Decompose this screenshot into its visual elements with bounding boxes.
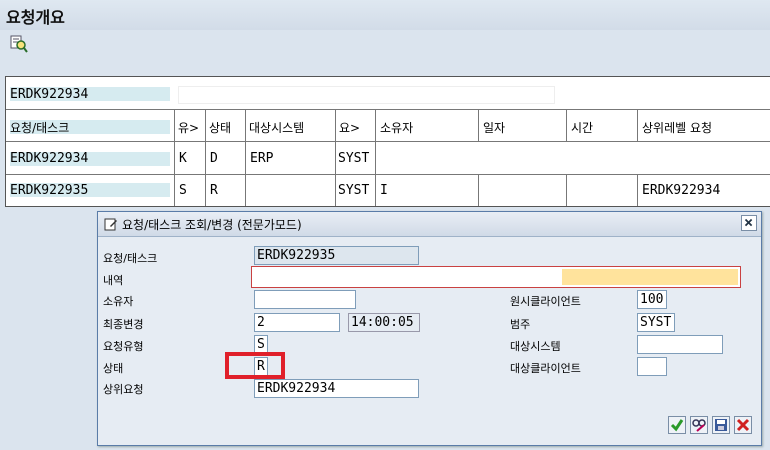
label-parent-request: 상위요청 — [103, 383, 144, 396]
confirm-button[interactable] — [668, 416, 686, 434]
table-row-2-parent[interactable]: ERDK922934 — [638, 175, 770, 206]
target-system-field[interactable] — [637, 335, 723, 354]
label-source-client: 원시클라이언트 — [510, 295, 581, 308]
last-change-date-field[interactable]: 2 — [254, 313, 340, 332]
last-change-time-field: 14:00:05 — [348, 313, 420, 332]
label-description: 내역 — [103, 274, 124, 287]
page-title: 요청개요 — [6, 8, 65, 27]
col-type[interactable]: 유> — [175, 110, 206, 142]
col-owner[interactable]: 소유자 — [376, 110, 479, 142]
dialog-title-bar: 요청/태스크 조회/변경 (전문가모드) — [98, 212, 761, 237]
table-row-2-request[interactable]: ERDK922935 — [6, 175, 175, 206]
edit-document-icon — [104, 218, 117, 231]
dialog-title: 요청/태스크 조회/변경 (전문가모드) — [122, 218, 302, 232]
label-request: 요청/태스크 — [103, 252, 158, 265]
cancel-button[interactable] — [734, 416, 752, 434]
label-last-change: 최종변경 — [103, 318, 144, 331]
table-row-2-time — [567, 175, 638, 206]
label-owner: 소유자 — [103, 295, 134, 308]
table-row-1-target: ERP — [246, 142, 336, 175]
toolbar — [0, 30, 770, 60]
overview-table: ERDK922934 요청/태스크 유> 상태 대상시스템 요> 소유자 일자 … — [5, 76, 770, 207]
parent-request-field[interactable]: ERDK922934 — [254, 379, 419, 398]
display-change-button[interactable] — [690, 416, 708, 434]
col-date[interactable]: 일자 — [479, 110, 567, 142]
label-status: 상태 — [103, 362, 124, 375]
label-request-type: 요청유형 — [103, 340, 144, 353]
label-target-client: 대상클라이언트 — [510, 362, 581, 375]
table-row-2-target — [246, 175, 336, 206]
table-row-2-date — [479, 175, 567, 206]
close-icon — [744, 218, 753, 227]
table-row-1-rest — [376, 142, 770, 175]
status-highlight-box — [225, 352, 285, 379]
glasses-pencil-icon — [692, 419, 706, 432]
save-icon — [715, 419, 727, 431]
cancel-icon — [736, 418, 750, 432]
col-category[interactable]: 요> — [336, 110, 376, 142]
table-row-1-request[interactable]: ERDK922934 — [6, 142, 175, 175]
col-status[interactable]: 상태 — [206, 110, 246, 142]
label-target-system: 대상시스템 — [510, 340, 561, 353]
target-client-field[interactable] — [637, 357, 667, 376]
table-row-1-type: K — [175, 142, 206, 175]
table-row-2-category: SYST — [336, 175, 376, 206]
find-icon[interactable] — [10, 35, 28, 53]
checkmark-icon — [670, 419, 684, 432]
table-row-1-status: D — [206, 142, 246, 175]
top-request[interactable]: ERDK922934 — [10, 87, 88, 102]
col-request[interactable]: 요청/태스크 — [6, 110, 175, 142]
owner-field[interactable] — [254, 290, 356, 309]
col-target-system[interactable]: 대상시스템 — [246, 110, 336, 142]
title-bar: 요청개요 — [0, 0, 770, 30]
request-field: ERDK922935 — [254, 246, 419, 265]
table-row-2-status: R — [206, 175, 246, 206]
source-client-field[interactable]: 100 — [637, 290, 667, 309]
col-time[interactable]: 시간 — [567, 110, 638, 142]
save-button[interactable] — [712, 416, 730, 434]
category-field[interactable]: SYST — [637, 313, 675, 332]
close-button[interactable] — [741, 215, 757, 231]
table-row-1-category: SYST — [336, 142, 376, 175]
table-row-2-type: S — [175, 175, 206, 206]
label-category: 범주 — [510, 318, 531, 331]
col-parent-request[interactable]: 상위레벨 요청 — [638, 110, 770, 142]
table-row-2-owner: I — [376, 175, 479, 206]
description-field[interactable] — [251, 266, 741, 288]
